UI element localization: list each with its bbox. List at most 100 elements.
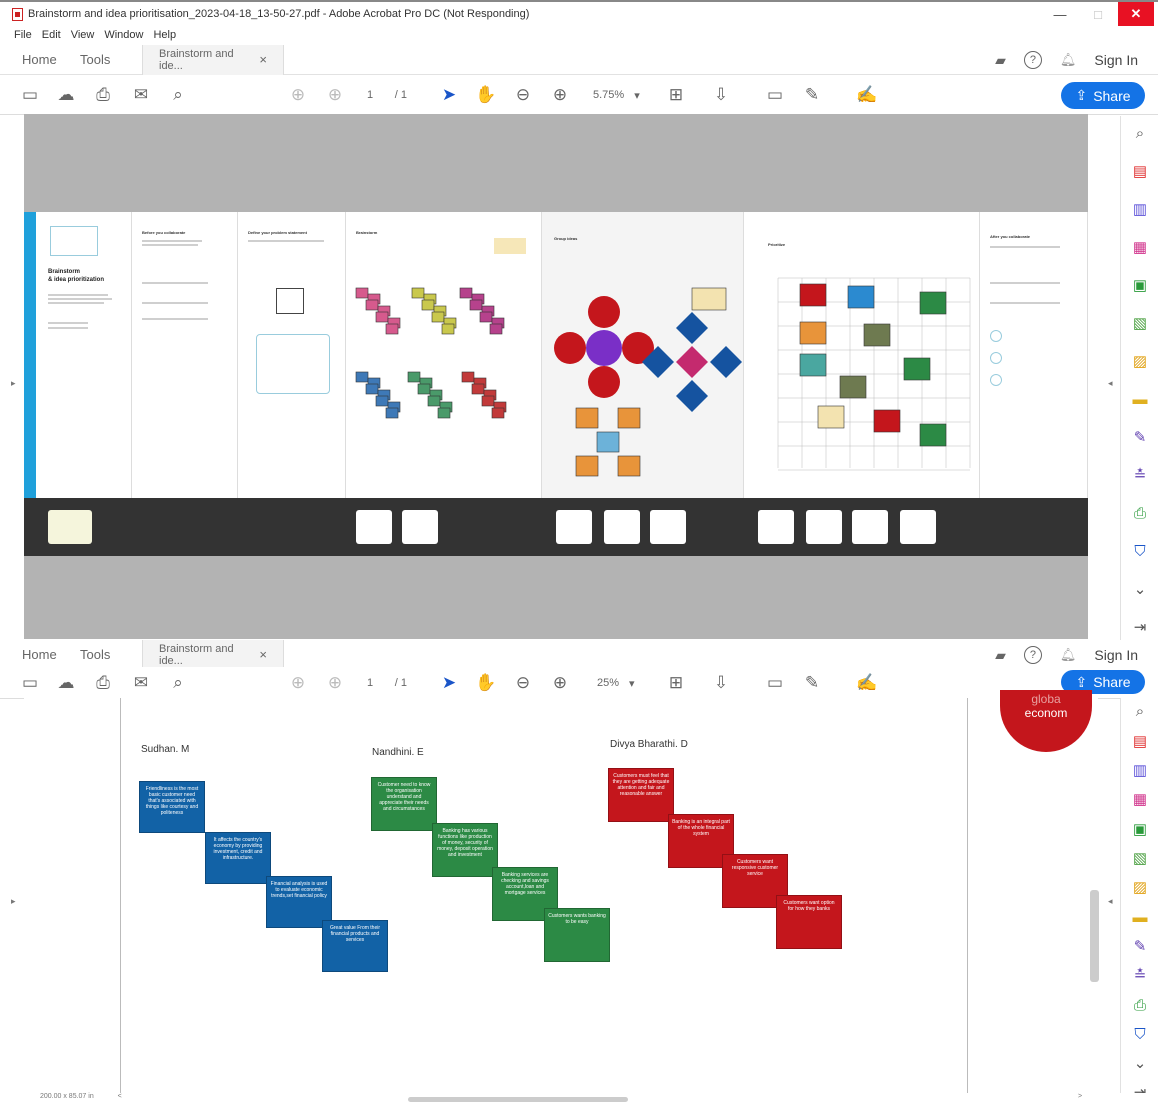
sticky-note[interactable]: Customers wants banking to be easy (544, 908, 610, 962)
menu-help[interactable]: Help (153, 29, 176, 41)
help-icon[interactable]: ? (1023, 51, 1042, 69)
next-page-icon[interactable]: ⊕ (323, 671, 347, 695)
zoom-out-icon[interactable]: ⊖ (511, 83, 535, 107)
email-icon[interactable]: ✉ (129, 671, 153, 695)
sign-icon[interactable]: ✍ (855, 83, 879, 107)
page-number-input[interactable]: 1 (367, 89, 373, 101)
select-tool-icon[interactable]: ➤ (437, 671, 461, 695)
sign-icon[interactable]: ✍ (855, 671, 879, 695)
combine-files-icon[interactable]: ▧ (1129, 314, 1151, 334)
collapse-right-panel-icon[interactable]: ◂ (1108, 378, 1118, 389)
expand-left-panel-icon[interactable]: ▸ (11, 378, 21, 389)
upload-cloud-icon[interactable]: ☁ (54, 83, 78, 107)
sticky-note[interactable]: Great value From their financial product… (322, 920, 388, 972)
zoom-dropdown[interactable]: 25% ▾ (597, 673, 653, 693)
collapse-right-panel-icon[interactable]: ◂ (1108, 896, 1118, 907)
organize-pages-icon[interactable]: ▦ (1129, 790, 1151, 810)
tab-home[interactable]: Home (0, 640, 64, 670)
enhance-scans-icon[interactable]: ≛ (1129, 966, 1151, 986)
comments-icon[interactable]: ▰ (995, 52, 1006, 69)
send-for-review-icon[interactable]: ▨ (1129, 352, 1151, 372)
create-pdf-icon[interactable]: ▣ (1129, 276, 1151, 296)
share-button[interactable]: ⇪ Share (1061, 82, 1145, 109)
page-indicator[interactable]: 1 / 1 (367, 673, 407, 693)
highlight-pen-icon[interactable]: ✎ (800, 83, 824, 107)
export-pdf-icon[interactable]: ▤ (1129, 162, 1151, 182)
zoom-out-icon[interactable]: ⊖ (511, 671, 535, 695)
edit-pdf-icon[interactable]: ▥ (1129, 761, 1151, 781)
help-icon[interactable]: ? (1023, 646, 1042, 664)
sticky-note[interactable]: Friendliness is the most basic customer … (139, 781, 205, 833)
page-indicator[interactable]: 1 / 1 (367, 85, 407, 105)
sticky-note[interactable]: Customers want option for how they banks (776, 895, 842, 949)
create-pdf-icon[interactable]: ▣ (1129, 820, 1151, 840)
zoom-in-icon[interactable]: ⊕ (548, 83, 572, 107)
comment-tool-icon[interactable]: ▭ (763, 83, 787, 107)
page-number-input[interactable]: 1 (367, 677, 373, 689)
send-for-review-icon[interactable]: ▨ (1129, 878, 1151, 898)
previous-page-icon[interactable]: ⊕ (286, 671, 310, 695)
protect-icon[interactable]: ⛉ (1129, 542, 1151, 562)
hand-tool-icon[interactable]: ✋ (474, 671, 498, 695)
tab-document[interactable]: Brainstorm and ide... × (142, 640, 284, 670)
search-icon[interactable]: ⌕ (166, 83, 190, 107)
sticky-note[interactable]: It affects the country's economy by prov… (205, 832, 271, 884)
tab-document[interactable]: Brainstorm and ide... × (142, 44, 284, 75)
print-production-icon[interactable]: ⎙ (1129, 996, 1151, 1016)
enhance-scans-icon[interactable]: ≛ (1129, 466, 1151, 486)
next-page-icon[interactable]: ⊕ (323, 83, 347, 107)
sign-in-link[interactable]: Sign In (1094, 647, 1138, 663)
save-icon[interactable]: ▭ (18, 671, 42, 695)
comment-tool-icon[interactable]: ▭ (763, 671, 787, 695)
minimize-button[interactable]: — (1040, 2, 1080, 26)
expand-left-panel-icon[interactable]: ▸ (11, 896, 21, 907)
zoom-in-icon[interactable]: ⊕ (548, 671, 572, 695)
print-icon[interactable]: ⎙ (91, 671, 115, 695)
scroll-right-arrow[interactable]: > (1078, 1093, 1082, 1100)
notifications-bell-icon[interactable]: 🔔︎ (1060, 52, 1077, 68)
maximize-button[interactable]: □ (1078, 2, 1118, 26)
more-tools-icon[interactable]: ⌄ (1129, 1054, 1151, 1074)
search-zoom-icon[interactable]: ⌕ (1129, 702, 1151, 722)
close-tab-icon[interactable]: × (259, 647, 267, 662)
select-tool-icon[interactable]: ➤ (437, 83, 461, 107)
menu-file[interactable]: File (14, 29, 32, 41)
sticky-note[interactable]: Banking has various functions like produ… (432, 823, 498, 877)
notifications-bell-icon[interactable]: 🔔︎ (1060, 647, 1077, 663)
menu-edit[interactable]: Edit (42, 29, 61, 41)
close-window-button[interactable]: ✕ (1118, 2, 1154, 26)
comment-icon[interactable]: ▬ (1129, 390, 1151, 410)
zoom-dropdown[interactable]: 5.75% ▾ (593, 85, 649, 105)
close-tab-icon[interactable]: × (259, 52, 267, 67)
tab-home[interactable]: Home (0, 45, 64, 75)
organize-pages-icon[interactable]: ▦ (1129, 238, 1151, 258)
edit-pdf-icon[interactable]: ▥ (1129, 200, 1151, 220)
horizontal-scrollbar-thumb[interactable] (408, 1097, 628, 1102)
tab-tools[interactable]: Tools (64, 640, 142, 670)
more-tools-icon[interactable]: ⌄ (1129, 580, 1151, 600)
export-pdf-icon[interactable]: ▤ (1129, 732, 1151, 752)
vertical-scrollbar-thumb[interactable] (1090, 890, 1099, 982)
menu-view[interactable]: View (71, 29, 95, 41)
combine-files-icon[interactable]: ▧ (1129, 849, 1151, 869)
email-icon[interactable]: ✉ (129, 83, 153, 107)
search-zoom-icon[interactable]: ⌕ (1129, 124, 1151, 144)
scroll-mode-icon[interactable]: ⇩ (709, 83, 733, 107)
upload-cloud-icon[interactable]: ☁ (54, 671, 78, 695)
print-icon[interactable]: ⎙ (91, 83, 115, 107)
collapse-panel-icon[interactable]: ⇥ (1129, 618, 1151, 638)
sign-in-link[interactable]: Sign In (1094, 52, 1138, 68)
comments-icon[interactable]: ▰ (995, 647, 1006, 664)
hand-tool-icon[interactable]: ✋ (474, 83, 498, 107)
sticky-note[interactable]: Customers must feel that they are gettin… (608, 768, 674, 822)
fill-sign-icon[interactable]: ✎ (1129, 937, 1151, 957)
fit-page-icon[interactable]: ⊞ (664, 671, 688, 695)
previous-page-icon[interactable]: ⊕ (286, 83, 310, 107)
sticky-note[interactable]: Customer need to know the organisation u… (371, 777, 437, 831)
comment-icon[interactable]: ▬ (1129, 908, 1151, 928)
tab-tools[interactable]: Tools (64, 45, 142, 75)
fit-page-icon[interactable]: ⊞ (664, 83, 688, 107)
save-icon[interactable]: ▭ (18, 83, 42, 107)
scroll-left-arrow[interactable]: < (118, 1093, 122, 1100)
highlight-pen-icon[interactable]: ✎ (800, 671, 824, 695)
